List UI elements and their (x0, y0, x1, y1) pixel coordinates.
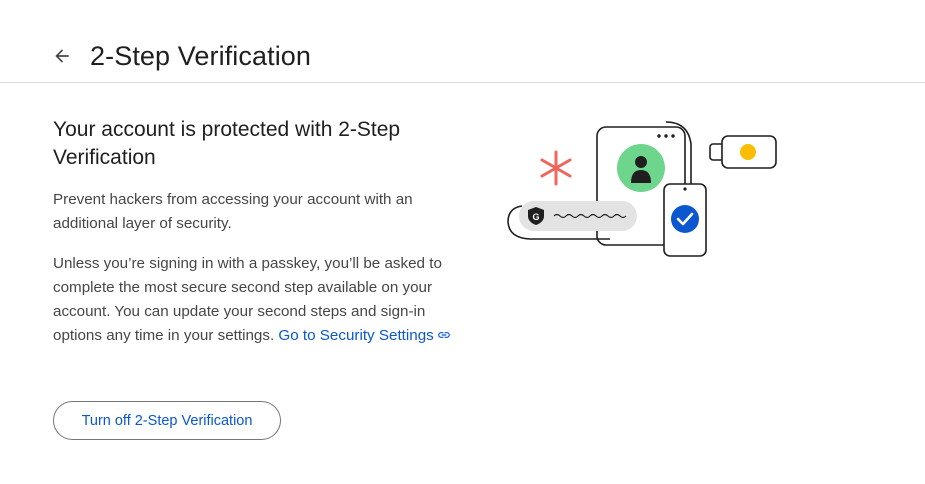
avatar-icon (617, 144, 665, 192)
section-heading: Your account is protected with 2-Step Ve… (53, 118, 401, 169)
page-title: 2-Step Verification (90, 41, 312, 71)
description-paragraph: Prevent hackers from accessing your acco… (53, 191, 413, 232)
security-illustration: G (507, 121, 777, 257)
details-paragraph: Unless you’re signing in with a passkey,… (53, 252, 463, 348)
security-settings-link-label: Go to Security Settings (278, 327, 434, 344)
back-button[interactable] (44, 38, 80, 74)
asterisk-icon (540, 150, 572, 186)
turn-off-2sv-button[interactable]: Turn off 2-Step Verification (53, 401, 281, 440)
svg-text:G: G (532, 212, 539, 222)
link-icon (437, 332, 450, 338)
page-header: 2-Step Verification (0, 0, 925, 83)
checkmark-icon (671, 205, 699, 233)
security-key-icon (709, 135, 777, 169)
arrow-back-icon (55, 49, 69, 63)
security-settings-link[interactable]: Go to Security Settings (278, 327, 450, 344)
